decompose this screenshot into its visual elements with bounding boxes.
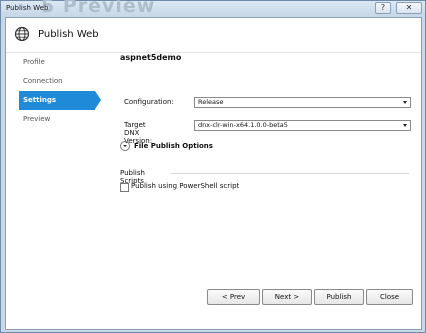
nav-item-preview[interactable]: Preview: [19, 110, 99, 129]
prev-button[interactable]: < Prev: [207, 289, 260, 305]
window-title: Publish Web: [6, 4, 49, 12]
background-ghost-text: 5 Preview: [41, 0, 156, 17]
dialog-header: Publish Web: [6, 18, 421, 53]
configuration-value: Release: [198, 98, 224, 106]
powershell-checkbox-label[interactable]: Publish using PowerShell script: [131, 182, 239, 190]
chevron-down-icon: [403, 101, 407, 104]
dnx-version-value: dnx-clr-win-x64.1.0.0-beta5: [198, 121, 288, 129]
help-button[interactable]: ?: [375, 2, 391, 14]
close-button[interactable]: Close: [366, 289, 413, 305]
nav-item-settings[interactable]: Settings: [19, 91, 101, 110]
powershell-checkbox[interactable]: [120, 183, 129, 192]
configuration-select[interactable]: Release: [194, 97, 411, 108]
next-button[interactable]: Next >: [262, 289, 312, 305]
nav-item-connection[interactable]: Connection: [19, 72, 99, 91]
publish-button[interactable]: Publish: [314, 289, 364, 305]
project-name: aspnet5demo: [120, 53, 182, 62]
configuration-label: Configuration:: [124, 98, 174, 106]
section-divider: [171, 173, 409, 174]
wizard-nav: Profile Connection Settings Preview: [19, 53, 101, 129]
title-bar: 5 Preview Publish Web ? ✕: [1, 0, 425, 17]
window-close-button[interactable]: ✕: [396, 2, 422, 14]
dnx-version-select[interactable]: dnx-clr-win-x64.1.0.0-beta5: [194, 120, 411, 131]
globe-icon: [14, 26, 30, 42]
dialog-title: Publish Web: [38, 29, 99, 40]
file-publish-options-label: File Publish Options: [134, 142, 213, 150]
nav-item-profile[interactable]: Profile: [19, 53, 99, 72]
chevron-down-icon: [403, 124, 407, 127]
publish-web-window: 5 Preview Publish Web ? ✕ Publish Web Pr…: [0, 0, 426, 333]
expand-chevron-icon: [120, 141, 130, 151]
